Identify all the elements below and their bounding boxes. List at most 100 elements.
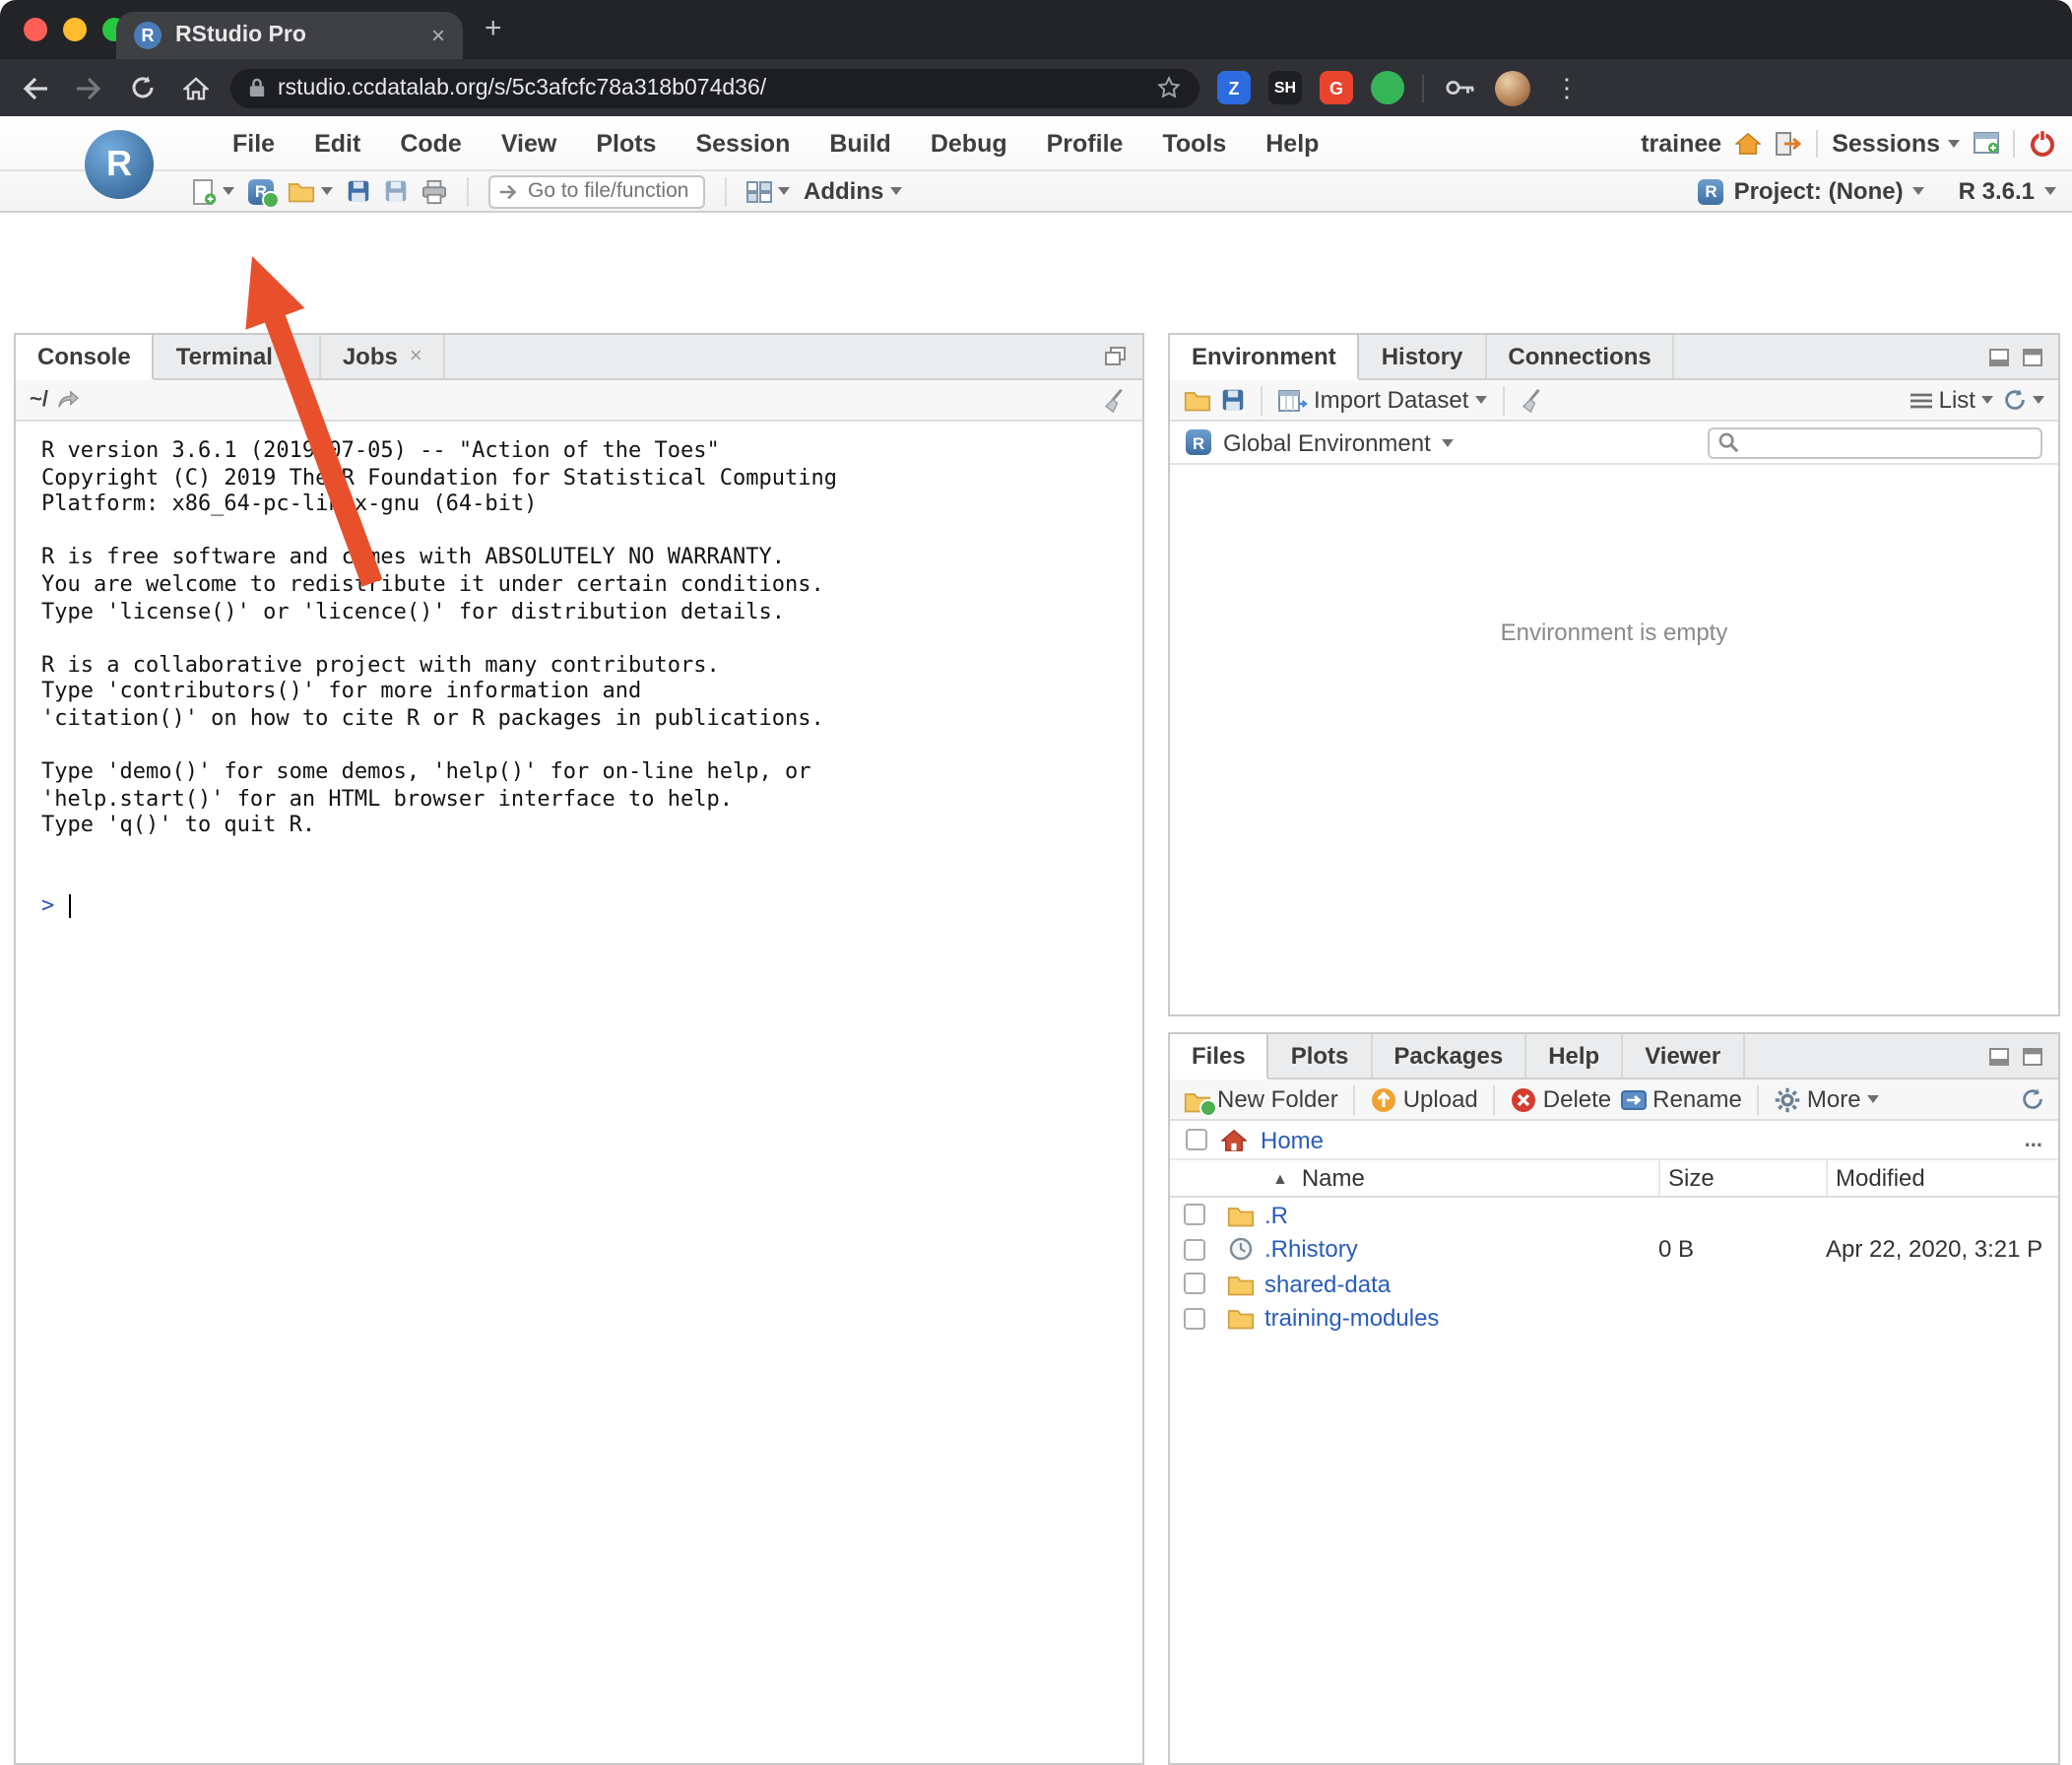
pane-layout-button[interactable] xyxy=(746,180,790,202)
environment-search-input[interactable] xyxy=(1747,430,2033,454)
open-file-button[interactable] xyxy=(288,179,333,203)
save-all-button[interactable] xyxy=(384,179,408,203)
file-row[interactable]: training-modules xyxy=(1170,1301,2058,1336)
file-row[interactable]: .Rhistory 0 B Apr 22, 2020, 3:21 P xyxy=(1170,1232,2058,1267)
project-menu[interactable]: R Project: (None) xyxy=(1698,177,1925,205)
breadcrumb-more-button[interactable]: ... xyxy=(2025,1128,2042,1151)
bookmark-star-icon[interactable] xyxy=(1156,75,1182,100)
sessions-menu[interactable]: Sessions xyxy=(1832,129,1960,157)
new-file-button[interactable] xyxy=(193,178,234,204)
new-project-button[interactable]: R xyxy=(248,178,280,208)
file-link[interactable]: training-modules xyxy=(1264,1305,1439,1333)
maximize-pane-icon[interactable] xyxy=(2023,348,2042,365)
quit-session-icon[interactable] xyxy=(1775,131,1802,155)
minimize-pane-icon[interactable] xyxy=(1989,348,2009,365)
more-menu-button[interactable]: More xyxy=(1776,1085,1879,1113)
chrome-menu-icon[interactable]: ⋮ xyxy=(1548,75,1586,100)
browser-tab[interactable]: R RStudio Pro × xyxy=(116,12,463,59)
menu-item-plots[interactable]: Plots xyxy=(576,129,676,157)
save-workspace-icon[interactable] xyxy=(1221,388,1245,412)
upload-button[interactable]: Upload xyxy=(1372,1085,1478,1113)
column-header-modified[interactable]: Modified xyxy=(1826,1160,2058,1196)
close-window-button[interactable] xyxy=(24,18,47,41)
tab-environment[interactable]: Environment xyxy=(1170,335,1360,380)
menu-item-help[interactable]: Help xyxy=(1246,129,1338,157)
refresh-files-icon[interactable] xyxy=(2021,1087,2044,1111)
file-row[interactable]: .R xyxy=(1170,1198,2058,1232)
import-dataset-button[interactable]: Import Dataset xyxy=(1278,386,1487,414)
load-workspace-folder-icon[interactable] xyxy=(1184,388,1211,412)
goto-file-function-input[interactable] xyxy=(528,179,695,203)
file-link[interactable]: shared-data xyxy=(1264,1271,1391,1298)
extension-grammarly-icon[interactable]: G xyxy=(1320,71,1353,104)
addins-menu[interactable]: Addins xyxy=(804,177,902,205)
tab-viewer[interactable]: Viewer xyxy=(1623,1034,1745,1078)
tab-help[interactable]: Help xyxy=(1526,1034,1624,1078)
menu-item-code[interactable]: Code xyxy=(380,129,482,157)
file-checkbox[interactable] xyxy=(1183,1273,1204,1295)
tab-close-icon[interactable]: × xyxy=(431,24,445,47)
menu-item-profile[interactable]: Profile xyxy=(1027,129,1143,157)
r-version-menu[interactable]: R 3.6.1 xyxy=(1959,177,2056,205)
menu-item-view[interactable]: View xyxy=(482,129,577,157)
close-icon[interactable]: × xyxy=(410,345,422,367)
minimize-pane-icon[interactable] xyxy=(1989,1047,2009,1065)
new-folder-button[interactable]: New Folder xyxy=(1184,1085,1338,1117)
refresh-environment-button[interactable] xyxy=(2003,388,2044,412)
password-key-icon[interactable] xyxy=(1442,70,1477,105)
menu-item-edit[interactable]: Edit xyxy=(294,129,380,157)
home-button[interactable] xyxy=(177,70,213,105)
menu-item-file[interactable]: File xyxy=(213,129,294,157)
clear-environment-broom-icon[interactable] xyxy=(1520,387,1545,413)
power-quit-icon[interactable] xyxy=(2029,129,2056,157)
file-row[interactable]: shared-data xyxy=(1170,1267,2058,1301)
file-link[interactable]: .Rhistory xyxy=(1264,1236,1358,1264)
clear-console-broom-icon[interactable] xyxy=(1103,387,1129,413)
popout-pane-icon[interactable] xyxy=(1105,347,1127,366)
back-button[interactable] xyxy=(18,70,53,105)
goto-directory-icon[interactable] xyxy=(58,390,80,410)
home-directory-icon[interactable] xyxy=(1221,1128,1247,1151)
rename-button[interactable]: Rename xyxy=(1621,1085,1742,1113)
extension-sh-icon[interactable]: SH xyxy=(1268,71,1302,104)
print-button[interactable] xyxy=(421,178,447,204)
console-output[interactable]: R version 3.6.1 (2019-07-05) -- "Action … xyxy=(16,422,1142,919)
forward-button[interactable] xyxy=(71,70,106,105)
tab-plots[interactable]: Plots xyxy=(1269,1034,1373,1078)
extension-green-icon[interactable] xyxy=(1371,71,1404,104)
tab-packages[interactable]: Packages xyxy=(1372,1034,1527,1078)
menu-item-tools[interactable]: Tools xyxy=(1142,129,1246,157)
tab-files[interactable]: Files xyxy=(1170,1034,1269,1079)
list-view-button[interactable]: List xyxy=(1910,386,1993,414)
save-button[interactable] xyxy=(347,179,370,203)
address-bar[interactable]: rstudio.ccdatalab.org/s/5c3afcfc78a318b0… xyxy=(230,68,1199,107)
chevron-down-icon[interactable] xyxy=(1442,438,1455,446)
file-checkbox[interactable] xyxy=(1183,1307,1204,1330)
environment-search-box[interactable] xyxy=(1708,426,2042,458)
tab-terminal[interactable]: Terminal × xyxy=(155,335,321,378)
new-session-icon[interactable] xyxy=(1974,132,1999,154)
file-link[interactable]: .R xyxy=(1264,1202,1288,1229)
maximize-pane-icon[interactable] xyxy=(2023,1047,2042,1065)
tab-connections[interactable]: Connections xyxy=(1486,335,1675,378)
global-environment-label[interactable]: Global Environment xyxy=(1223,428,1431,456)
tab-console[interactable]: Console xyxy=(16,335,155,380)
column-header-size[interactable]: Size xyxy=(1658,1160,1826,1196)
menu-item-debug[interactable]: Debug xyxy=(911,129,1027,157)
console-prompt-line[interactable]: > xyxy=(41,892,1142,919)
menu-item-build[interactable]: Build xyxy=(809,129,911,157)
user-home-icon[interactable] xyxy=(1735,131,1762,155)
profile-avatar[interactable] xyxy=(1495,70,1530,105)
menu-item-session[interactable]: Session xyxy=(676,129,809,157)
tab-history[interactable]: History xyxy=(1360,335,1487,378)
new-tab-button[interactable]: + xyxy=(485,13,502,45)
breadcrumb-home-link[interactable]: Home xyxy=(1261,1126,1324,1153)
column-header-name[interactable]: ▲ Name xyxy=(1264,1160,1658,1196)
file-checkbox[interactable] xyxy=(1183,1204,1204,1226)
minimize-window-button[interactable] xyxy=(63,18,87,41)
extension-zotero-icon[interactable]: Z xyxy=(1217,71,1251,104)
goto-file-function-box[interactable] xyxy=(488,174,705,208)
reload-button[interactable] xyxy=(124,70,160,105)
select-all-checkbox[interactable] xyxy=(1186,1129,1207,1150)
url-text[interactable]: rstudio.ccdatalab.org/s/5c3afcfc78a318b0… xyxy=(278,76,1144,99)
